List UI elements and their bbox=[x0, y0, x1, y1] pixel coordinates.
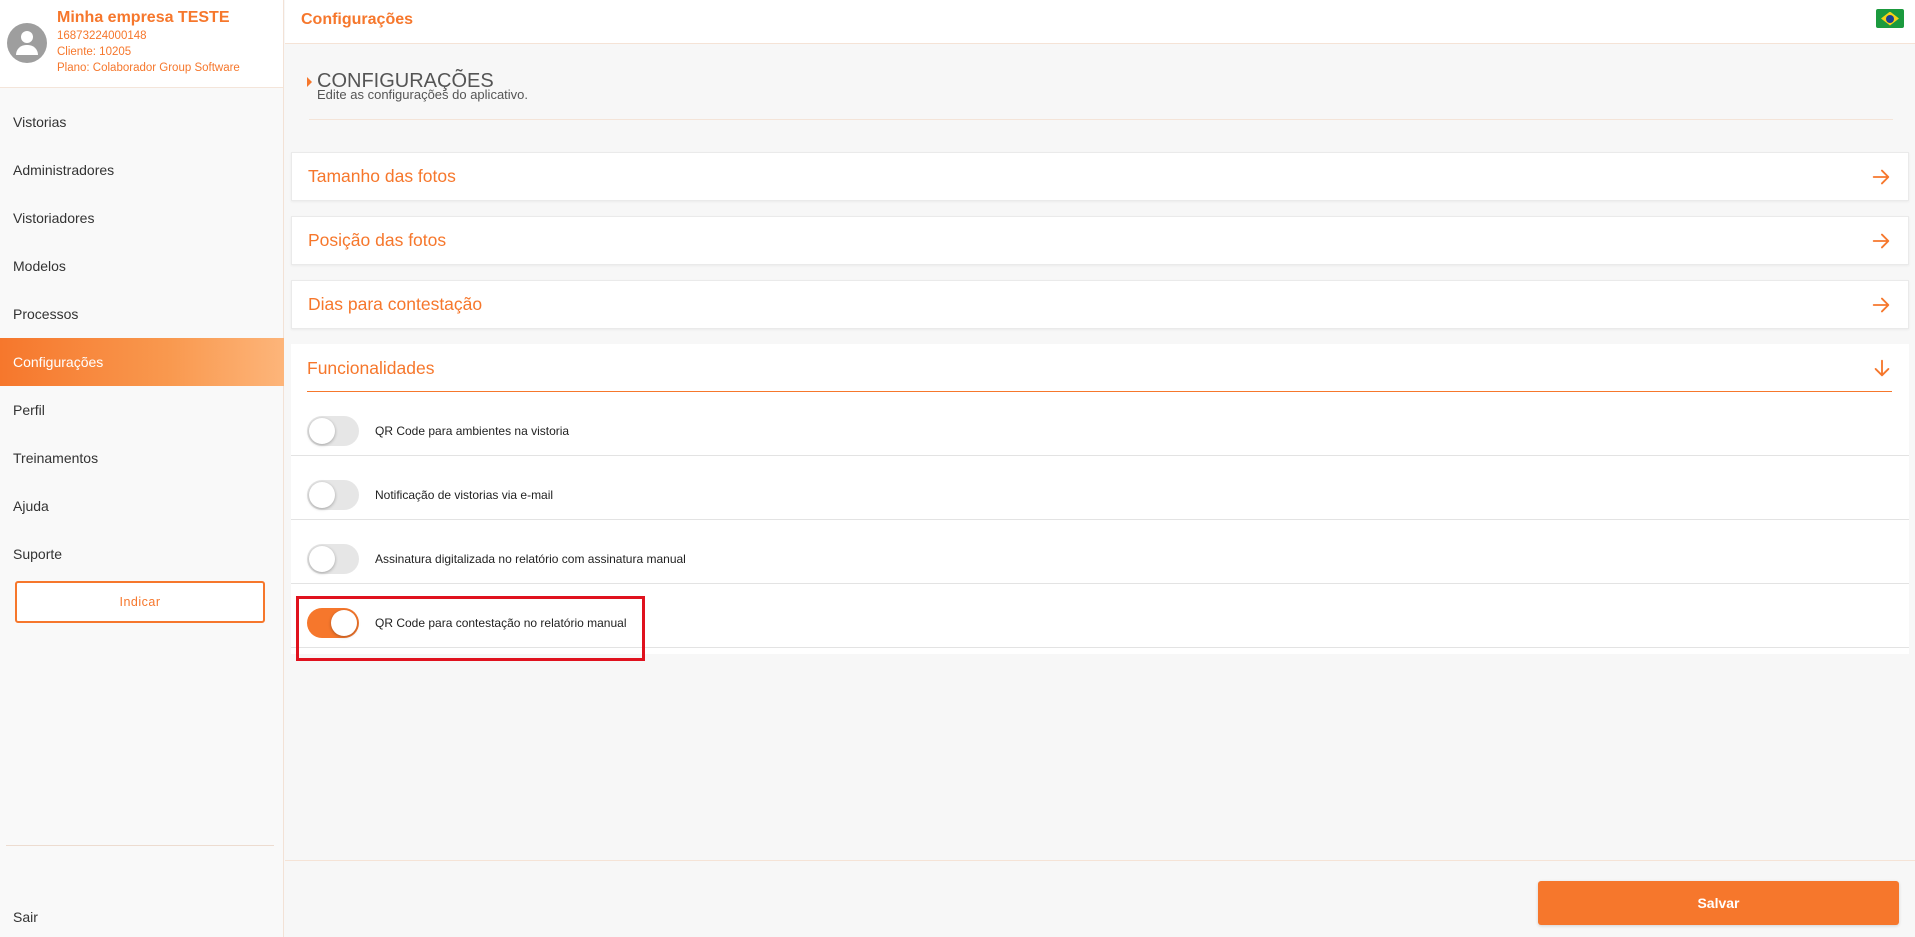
card-tamanho-fotos[interactable]: Tamanho das fotos bbox=[291, 152, 1909, 201]
feature-label: QR Code para contestação no relatório ma… bbox=[375, 616, 627, 630]
card-posicao-fotos[interactable]: Posição das fotos bbox=[291, 216, 1909, 265]
feature-label: Notificação de vistorias via e-mail bbox=[375, 488, 554, 502]
sidebar-item-suporte[interactable]: Suporte bbox=[0, 530, 284, 578]
card-label: Posição das fotos bbox=[308, 230, 447, 250]
caret-right-icon bbox=[307, 77, 312, 87]
toggle-switch[interactable] bbox=[307, 544, 359, 574]
toggle-switch[interactable] bbox=[307, 416, 359, 446]
feature-row: QR Code para contestação no relatório ma… bbox=[291, 584, 1909, 648]
indicar-button[interactable]: Indicar bbox=[15, 581, 265, 623]
sidebar: Minha empresa TESTE 16873224000148 Clien… bbox=[0, 0, 284, 937]
company-document: 16873224000148 bbox=[57, 30, 147, 42]
sidebar-item-modelos[interactable]: Modelos bbox=[0, 242, 284, 290]
main-content: CONFIGURAÇÕES Edite as configurações do … bbox=[285, 45, 1915, 860]
top-bar: Configurações bbox=[285, 0, 1915, 44]
arrow-right-icon bbox=[1872, 169, 1890, 185]
feature-label: Assinatura digitalizada no relatório com… bbox=[375, 552, 686, 566]
arrow-right-icon bbox=[1872, 297, 1890, 313]
page-title: Configurações bbox=[301, 11, 414, 28]
sidebar-item-processos[interactable]: Processos bbox=[0, 290, 284, 338]
brazil-flag-icon[interactable] bbox=[1876, 9, 1904, 28]
save-button[interactable]: Salvar bbox=[1538, 881, 1899, 925]
arrow-right-icon bbox=[1872, 233, 1890, 249]
card-dias-contestacao[interactable]: Dias para contestação bbox=[291, 280, 1909, 329]
company-plan: Plano: Colaborador Group Software bbox=[57, 62, 240, 74]
toggle-switch[interactable] bbox=[307, 480, 359, 510]
sidebar-item-configuracoes[interactable]: Configurações bbox=[0, 338, 284, 386]
card-label: Dias para contestação bbox=[308, 294, 483, 314]
footer-bar: Salvar bbox=[285, 860, 1915, 937]
company-client: Cliente: 10205 bbox=[57, 46, 132, 58]
sair-link[interactable]: Sair bbox=[13, 909, 38, 925]
funcionalidades-header[interactable]: Funcionalidades bbox=[291, 344, 1909, 392]
card-label: Tamanho das fotos bbox=[308, 166, 456, 186]
sidebar-item-administradores[interactable]: Administradores bbox=[0, 146, 284, 194]
sidebar-item-treinamentos[interactable]: Treinamentos bbox=[0, 434, 284, 482]
toggle-switch[interactable] bbox=[307, 608, 359, 638]
company-name: Minha empresa TESTE bbox=[57, 9, 230, 26]
sidebar-item-vistoriadores[interactable]: Vistoriadores bbox=[0, 194, 284, 242]
sidebar-divider bbox=[6, 845, 274, 846]
section-subtitle: Edite as configurações do aplicativo. bbox=[317, 87, 529, 102]
funcionalidades-title: Funcionalidades bbox=[307, 358, 435, 378]
sidebar-item-perfil[interactable]: Perfil bbox=[0, 386, 284, 434]
arrow-down-icon bbox=[1874, 359, 1890, 377]
feature-row: Assinatura digitalizada no relatório com… bbox=[291, 520, 1909, 584]
feature-label: QR Code para ambientes na vistoria bbox=[375, 424, 570, 438]
company-header: Minha empresa TESTE 16873224000148 Clien… bbox=[0, 0, 283, 88]
avatar-icon bbox=[7, 23, 47, 63]
section-divider bbox=[309, 119, 1893, 120]
feature-row: QR Code para ambientes na vistoria bbox=[291, 392, 1909, 456]
sidebar-item-vistorias[interactable]: Vistorias bbox=[0, 98, 284, 146]
sidebar-nav: Vistorias Administradores Vistoriadores … bbox=[0, 98, 284, 578]
sidebar-item-ajuda[interactable]: Ajuda bbox=[0, 482, 284, 530]
funcionalidades-panel: Funcionalidades QR Code para ambientes n… bbox=[291, 344, 1909, 654]
feature-row: Notificação de vistorias via e-mail bbox=[291, 456, 1909, 520]
